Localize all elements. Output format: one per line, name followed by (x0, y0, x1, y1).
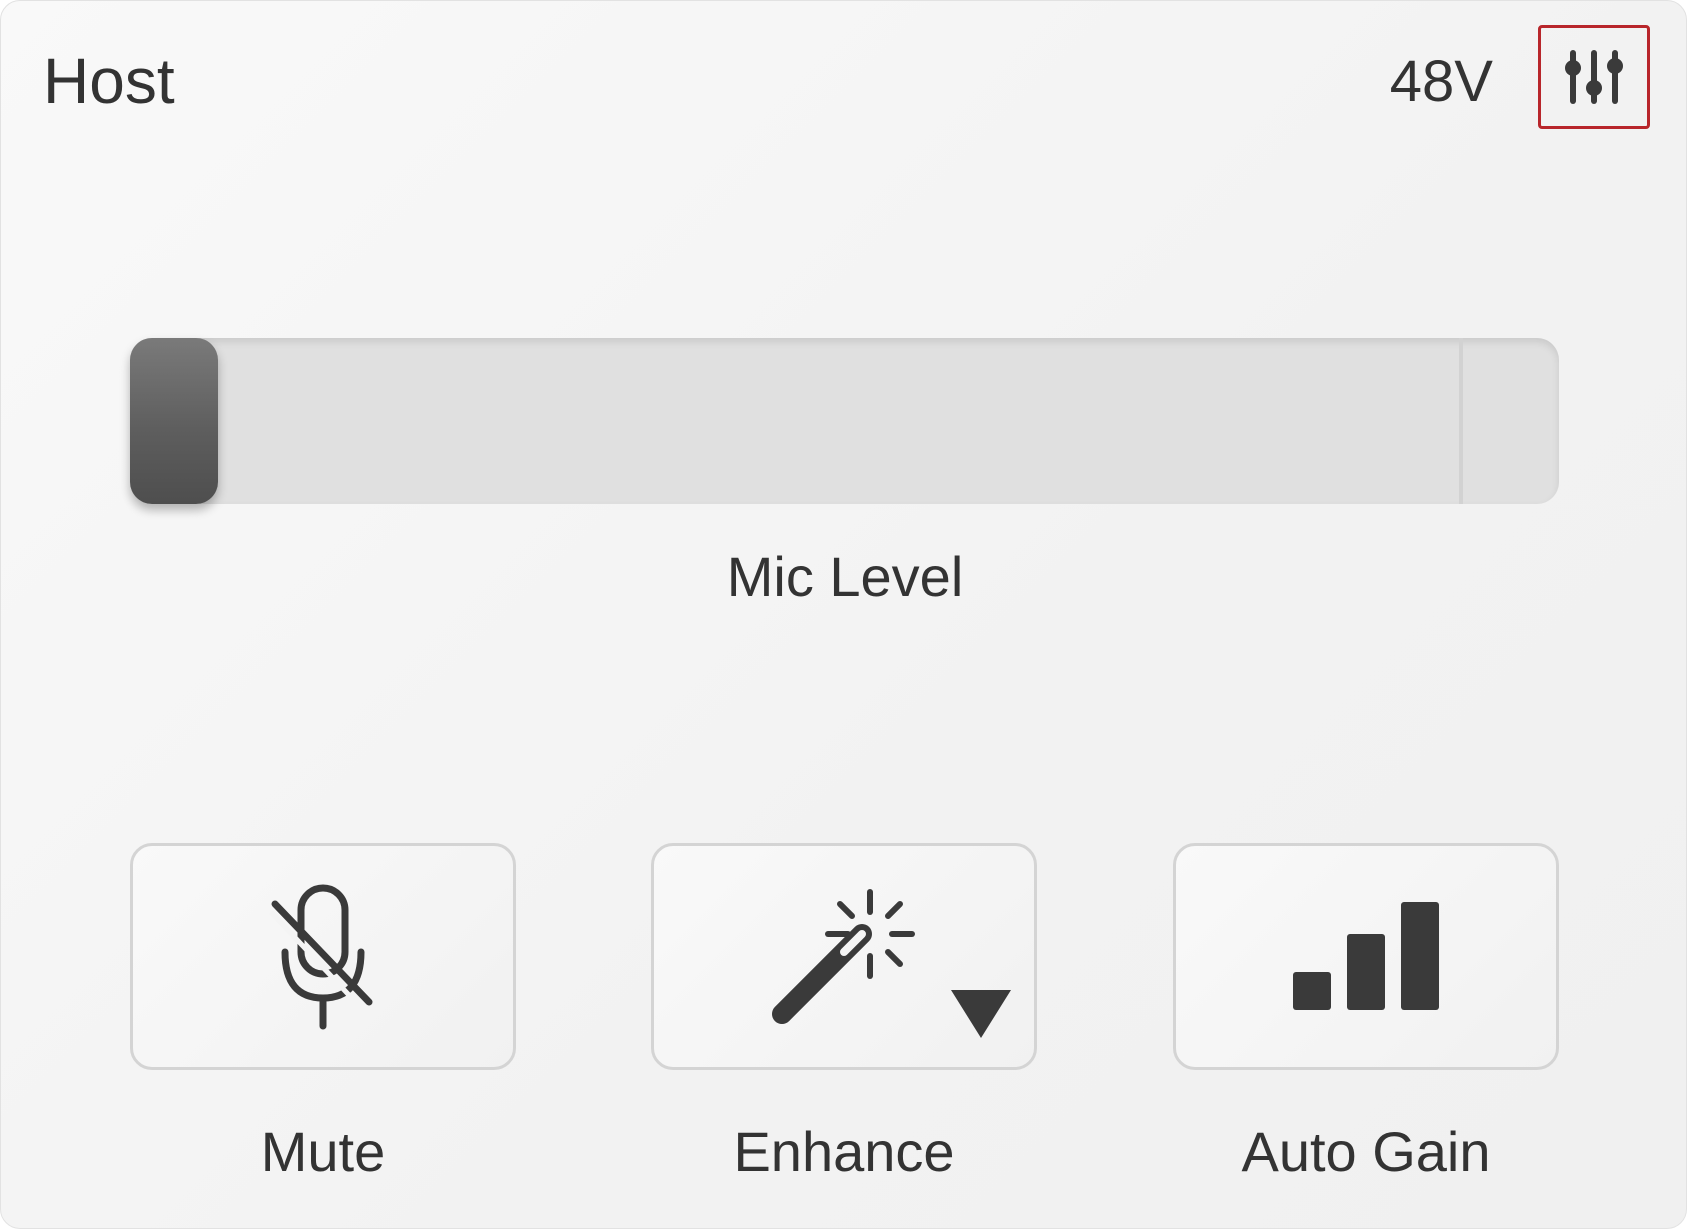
dropdown-arrow-icon[interactable] (949, 988, 1013, 1040)
signal-bars-icon (1293, 901, 1439, 1010)
mic-level-slider[interactable] (130, 338, 1559, 504)
auto-gain-label: Auto Gain (1241, 1120, 1491, 1183)
mute-label: Mute (260, 1120, 386, 1183)
mic-level-label: Mic Level (726, 545, 964, 608)
channel-title: Host (43, 45, 175, 117)
enhance-label: Enhance (733, 1120, 955, 1183)
sliders-icon (1565, 50, 1623, 104)
auto-gain-button[interactable] (1173, 843, 1559, 1070)
phantom-power-toggle[interactable]: 48V (1361, 47, 1493, 117)
slider-peak-marker (1459, 338, 1463, 504)
mic-off-icon (269, 884, 373, 1029)
mute-button[interactable] (130, 843, 516, 1070)
settings-button[interactable] (1538, 25, 1650, 129)
slider-track[interactable] (130, 338, 1559, 504)
slider-thumb[interactable] (130, 338, 218, 504)
input-channel-panel: Host 48V Mic Level Mute Enhance Auto Gai… (0, 0, 1687, 1229)
enhance-button[interactable] (651, 843, 1037, 1070)
magic-wand-icon (772, 888, 915, 1024)
